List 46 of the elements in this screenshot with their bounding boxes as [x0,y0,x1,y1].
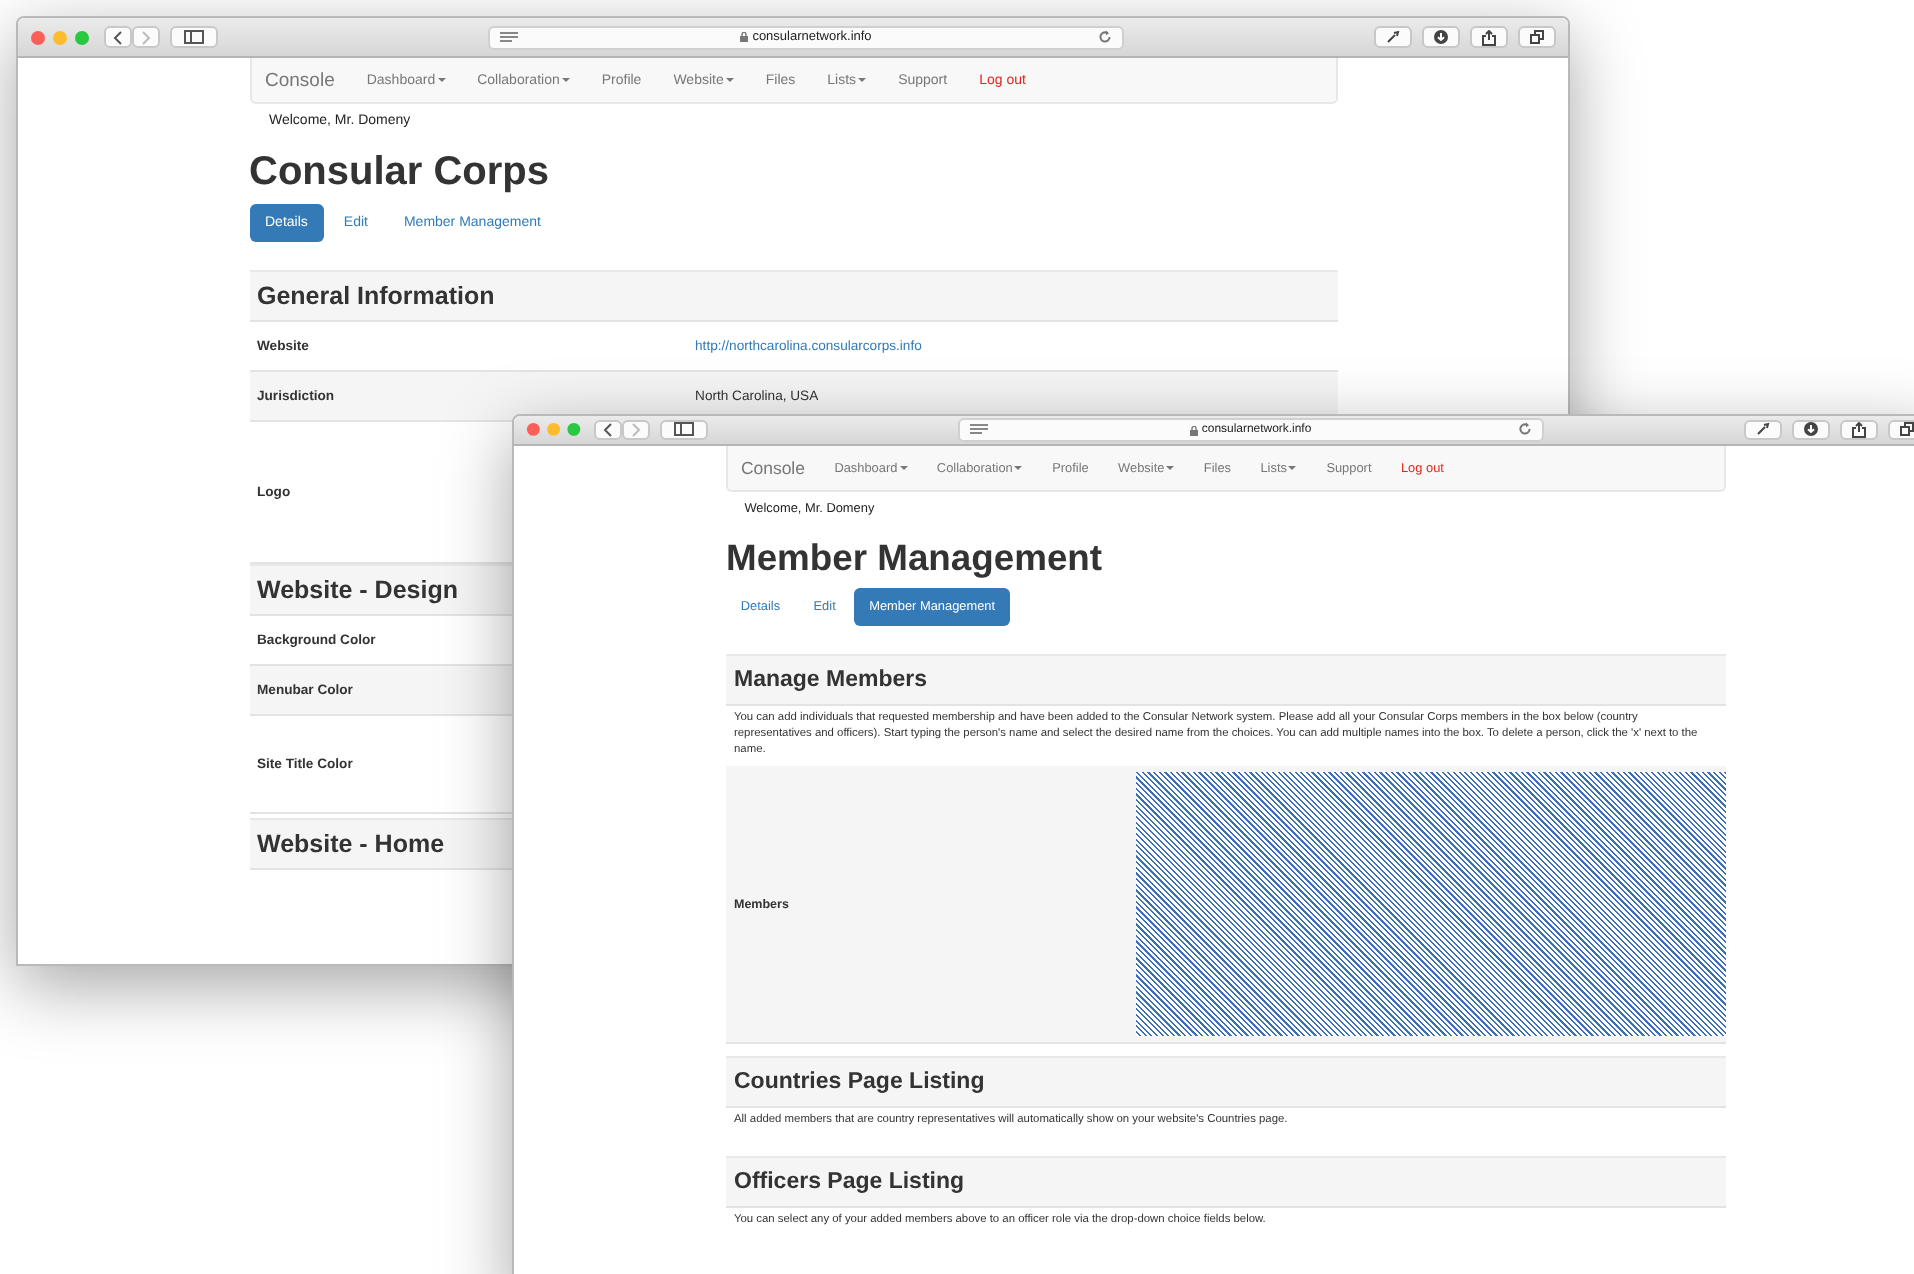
brand-link[interactable]: Console [740,458,805,478]
section-heading: General Information [249,270,1337,322]
tabs-button[interactable] [1888,419,1914,441]
caret-icon [725,78,734,82]
caret-icon [858,78,867,82]
caret-icon [437,78,446,82]
chevron-left-icon [112,29,124,45]
share-button[interactable] [1840,419,1878,441]
lock-icon [1189,425,1198,435]
reload-icon[interactable] [1098,29,1112,43]
tools-button[interactable] [1744,419,1782,441]
lines-icon [970,424,989,435]
share-button[interactable] [1470,26,1508,48]
share-icon [1482,29,1496,45]
caret-icon [899,466,908,470]
hatched-field[interactable] [1136,772,1726,1037]
download-button[interactable] [1792,419,1830,441]
caret-icon [1288,466,1297,470]
back-button[interactable] [104,26,132,48]
brand-link[interactable]: Console [265,69,335,91]
tabs-icon [1530,30,1544,44]
caret-icon [561,78,570,82]
section-heading: Officers Page Listing [726,1156,1726,1209]
download-icon [1434,30,1448,44]
section-heading: Countries Page Listing [726,1056,1726,1109]
reload-icon[interactable] [1517,422,1532,437]
lines-icon [500,31,518,41]
tabs-icon [1900,422,1914,437]
chevron-right-icon [140,29,152,45]
sidebar-button[interactable] [660,419,709,441]
download-button[interactable] [1422,26,1460,48]
download-icon [1804,422,1818,437]
sidebar-icon [184,30,204,44]
share-icon [1852,421,1866,438]
chevron-right-icon [630,421,643,438]
back-button[interactable] [594,419,623,441]
section-heading: Manage Members [726,654,1726,707]
page-title: Consular Corps [249,150,552,194]
tools-button[interactable] [1374,26,1412,48]
sidebar-icon [674,422,695,437]
lock-icon [740,32,749,42]
chevron-left-icon [602,421,615,438]
tabs-button[interactable] [1518,26,1556,48]
caret-icon [1166,466,1175,470]
caret-icon [1014,466,1023,470]
sidebar-button[interactable] [170,26,218,48]
